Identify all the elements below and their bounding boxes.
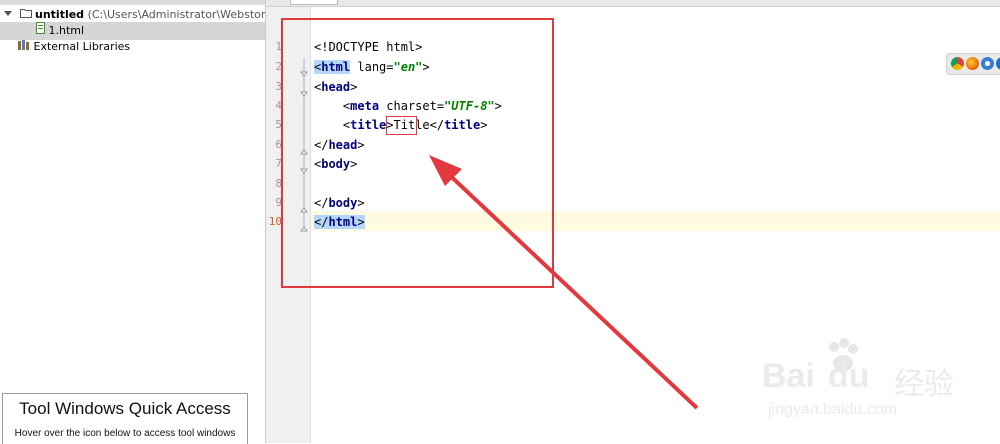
tree-item-external-libraries[interactable]: External Libraries [0,38,130,56]
line-number: 7 [275,157,282,170]
quick-access-subtitle: Hover over the icon below to access tool… [14,428,236,439]
chrome-icon[interactable] [951,57,964,70]
project-root-name: untitled [35,8,85,21]
ie-icon[interactable] [996,57,1000,70]
line-number: 3 [275,80,282,93]
firefox-icon[interactable] [966,57,979,70]
line-number: 9 [275,196,282,209]
project-toolbar [0,0,265,5]
watermark-url: jingyan.baidu.com [768,401,897,418]
line-number: 4 [275,99,282,112]
quick-access-title: Tool Windows Quick Access [19,399,231,418]
annotation-highlight-box [281,18,554,288]
line-number: 2 [275,60,282,73]
editor-tab-file[interactable] [290,0,338,5]
project-tool-window: untitled (C:\Users\Administrator\Webstor… [0,0,314,444]
library-icon [18,38,30,56]
line-number: 1 [275,40,282,53]
watermark-brand-2: du [828,357,870,395]
line-number: 8 [275,177,282,190]
line-number-active: 10 [268,215,282,228]
browser-preview-bar [946,53,1000,75]
file-name: 1.html [48,24,85,37]
editor-tab-bar [266,0,1000,7]
tool-windows-quick-access-popup: Tool Windows Quick Access Hover over the… [2,393,248,444]
watermark-brand: Bai [762,357,815,395]
line-number: 5 [275,118,282,131]
external-libraries-label: External Libraries [33,40,131,53]
watermark-cn: 经验 [894,367,954,402]
annotation-title-box [386,116,417,135]
baidu-watermark: Bai du 经验 jingyan.baidu.com [762,338,994,425]
safari-icon[interactable] [981,57,994,70]
line-number: 6 [275,138,282,151]
